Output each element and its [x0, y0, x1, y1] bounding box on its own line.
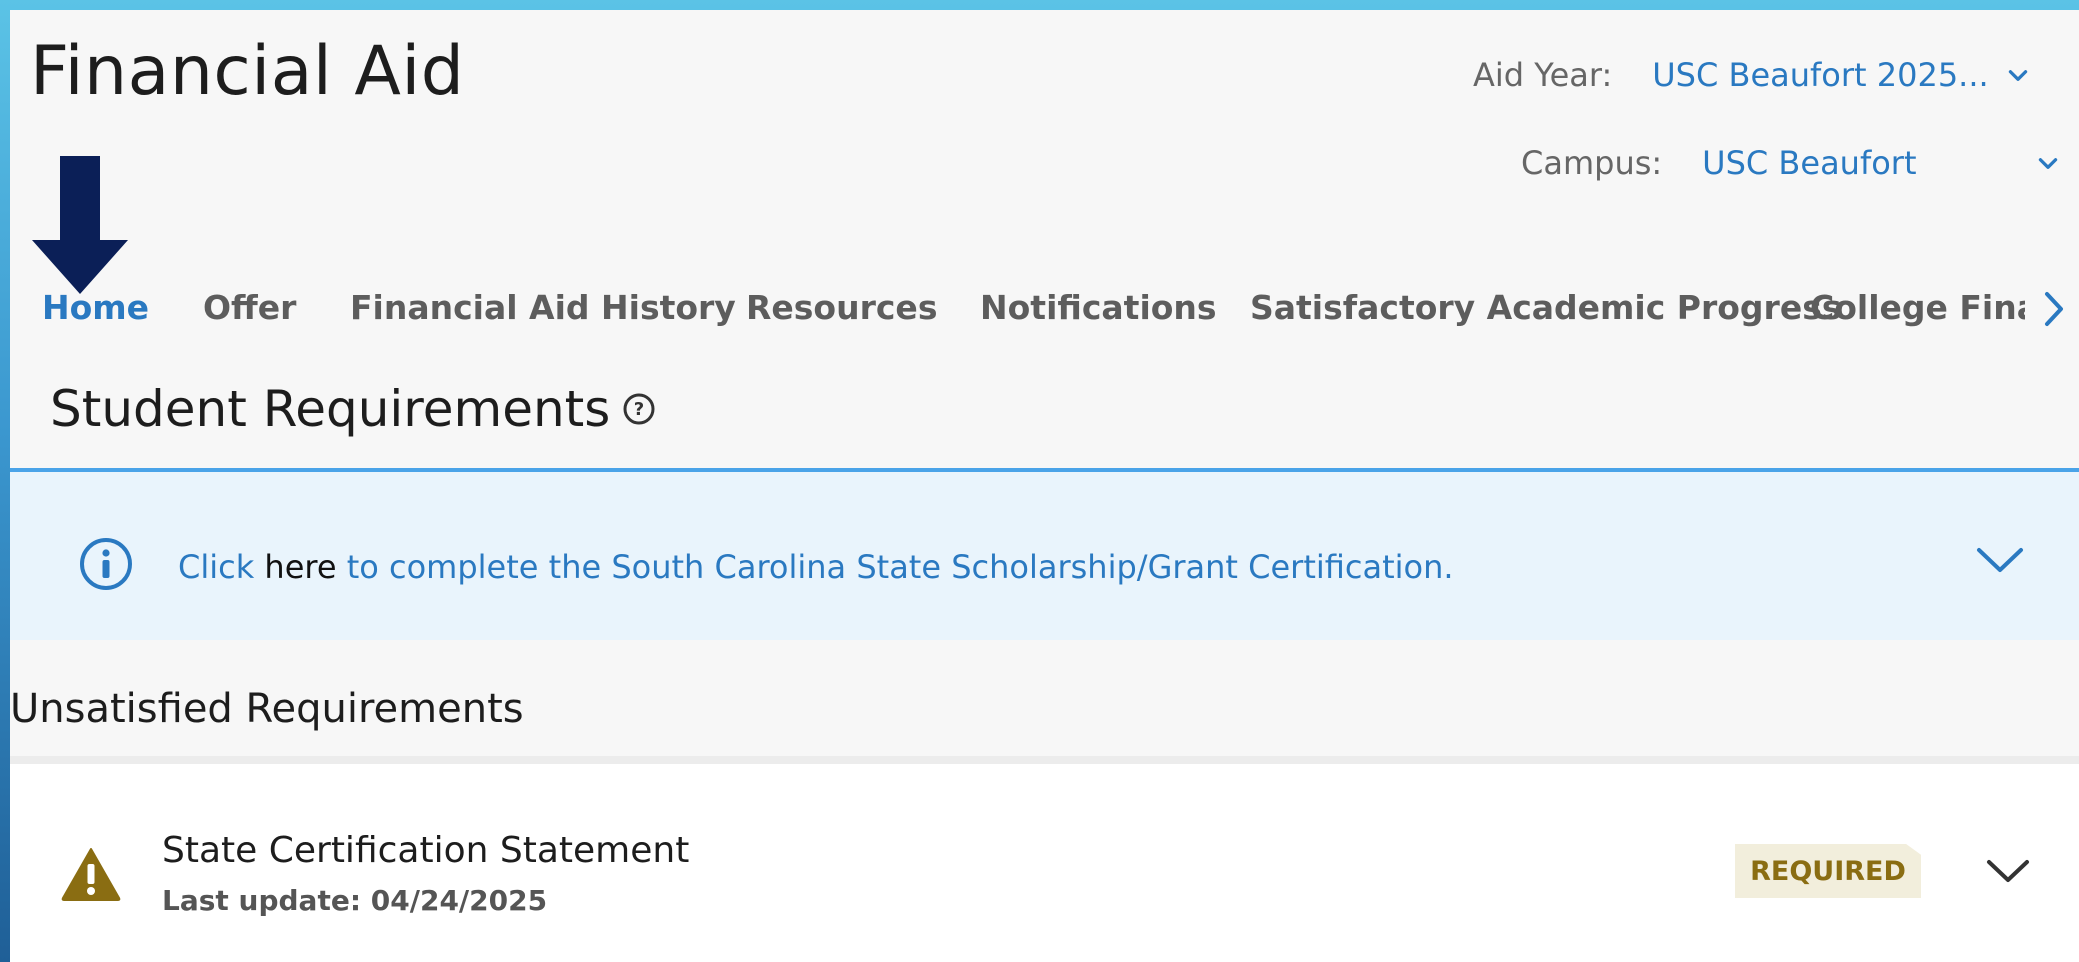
requirement-name: State Certification Statement: [162, 830, 690, 871]
requirement-row[interactable]: State Certification Statement Last updat…: [10, 756, 2079, 962]
page-title: Financial Aid: [30, 32, 465, 111]
tab-satisfactory-academic-progress[interactable]: Satisfactory Academic Progress: [1250, 288, 1842, 327]
main-tabs: Home Offer Financial Aid History Resourc…: [30, 280, 2079, 342]
chevron-down-icon[interactable]: [1985, 856, 2031, 886]
svg-text:?: ?: [634, 399, 644, 420]
unsatisfied-requirements-heading: Unsatisfied Requirements: [10, 686, 524, 732]
student-requirements-title: Student Requirements: [50, 380, 611, 438]
banner-suffix: to complete the South Carolina State Sch…: [346, 548, 1454, 586]
aid-year-selector[interactable]: Aid Year: USC Beaufort 2025...: [1473, 56, 2031, 94]
down-arrow-icon: [32, 156, 128, 294]
info-circle-icon: [80, 538, 132, 590]
banner-prefix: Click: [178, 548, 255, 586]
chevron-right-icon[interactable]: [2039, 286, 2069, 332]
question-circle-icon[interactable]: ?: [622, 392, 656, 426]
chevron-down-icon[interactable]: [2035, 150, 2061, 176]
financial-aid-page: Financial Aid Aid Year: USC Beaufort 202…: [10, 10, 2079, 962]
aid-year-label: Aid Year:: [1473, 56, 1613, 94]
banner-message: Click here to complete the South Carolin…: [178, 548, 1454, 586]
section-heading: Student Requirements ?: [50, 380, 656, 438]
chevron-down-icon[interactable]: [1975, 544, 2025, 576]
info-banner: Click here to complete the South Carolin…: [10, 468, 2079, 640]
aid-year-value[interactable]: USC Beaufort 2025...: [1652, 56, 1988, 94]
tab-resources[interactable]: Resources: [746, 288, 937, 327]
requirement-last-update: Last update: 04/24/2025: [162, 884, 548, 917]
tab-financial-aid-history[interactable]: Financial Aid History: [350, 288, 736, 327]
campus-value[interactable]: USC Beaufort: [1702, 144, 1916, 182]
chevron-down-icon[interactable]: [2005, 62, 2031, 88]
campus-label: Campus:: [1521, 144, 1663, 182]
tab-notifications[interactable]: Notifications: [980, 288, 1217, 327]
warning-triangle-icon: [61, 848, 121, 901]
tab-offer[interactable]: Offer: [203, 288, 296, 327]
banner-here-link[interactable]: here: [264, 548, 336, 586]
tab-home[interactable]: Home: [42, 288, 149, 327]
status-badge: REQUIRED: [1735, 844, 1921, 898]
campus-selector[interactable]: Campus: USC Beaufort: [1521, 144, 2061, 182]
tab-college-financing[interactable]: College Financ: [1810, 288, 2025, 327]
